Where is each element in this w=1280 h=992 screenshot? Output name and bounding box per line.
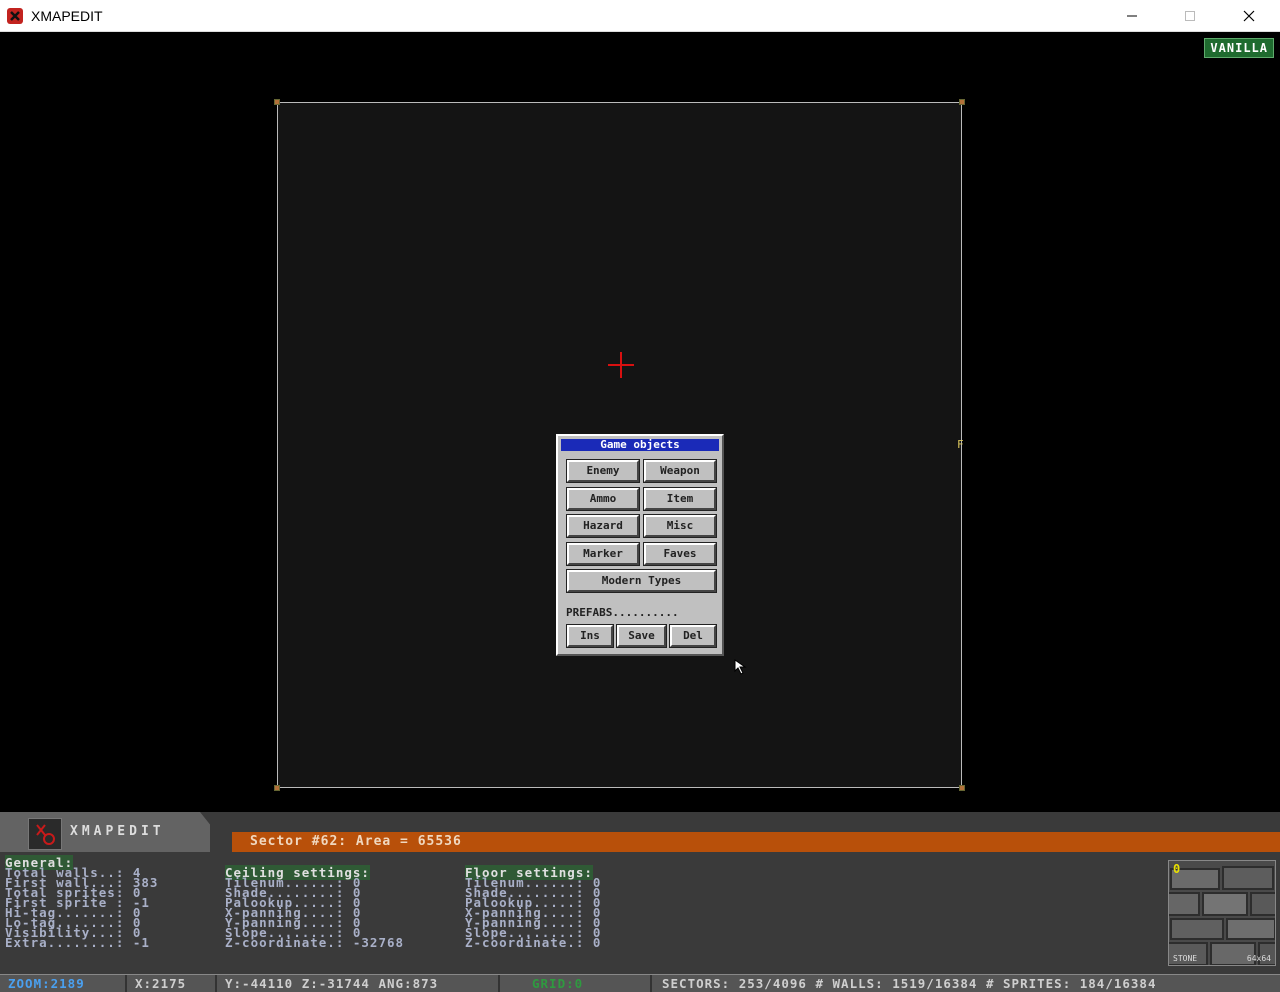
hazard-button[interactable]: Hazard xyxy=(567,515,639,537)
position-status: Y:-44110 Z:-31744 ANG:873 xyxy=(217,975,500,992)
weapon-button[interactable]: Weapon xyxy=(644,460,716,482)
dialog-title: Game objects xyxy=(561,439,719,451)
info-line: Z-coordinate.: 0 xyxy=(465,935,602,950)
logo-text: XMAPEDIT xyxy=(70,824,165,839)
sector-title: Sector #62: Area = 65536 xyxy=(250,834,462,849)
close-button[interactable] xyxy=(1220,0,1278,32)
window-title: XMAPEDIT xyxy=(31,8,103,24)
info-line: Extra........: -1 xyxy=(5,935,150,950)
general-section: General: Total walls..: 4 First wall...:… xyxy=(5,855,158,950)
mouse-pointer-icon xyxy=(734,659,747,675)
faves-button[interactable]: Faves xyxy=(644,543,716,565)
stone-texture-icon xyxy=(1169,861,1275,965)
info-line: Z-coordinate.: -32768 xyxy=(225,935,405,950)
info-panel: XMAPEDIT Sector #62: Area = 65536 Genera… xyxy=(0,812,1280,992)
prefab-save-button[interactable]: Save xyxy=(617,625,666,647)
floor-section: Floor settings: Tilenum......: 0 Shade..… xyxy=(465,865,602,950)
zoom-status: ZOOM:2189 xyxy=(0,975,127,992)
status-bar: ZOOM:2189 X:2175 Y:-44110 Z:-31744 ANG:8… xyxy=(0,974,1280,992)
prefab-ins-button[interactable]: Ins xyxy=(567,625,613,647)
item-button[interactable]: Item xyxy=(644,488,716,510)
vertex[interactable] xyxy=(959,99,965,105)
vertex[interactable] xyxy=(959,785,965,791)
game-objects-dialog: Game objects Enemy Weapon Ammo Item Haza… xyxy=(556,434,724,656)
prefab-del-button[interactable]: Del xyxy=(670,625,716,647)
vertex[interactable] xyxy=(274,99,280,105)
marker-button[interactable]: Marker xyxy=(567,543,639,565)
wall-label: F xyxy=(957,438,964,451)
texture-preview[interactable]: 0 STONE 64x64 xyxy=(1168,860,1276,966)
xmapedit-logo-icon xyxy=(28,818,62,850)
texture-size: 64x64 xyxy=(1246,954,1271,963)
vanilla-badge: VANILLA xyxy=(1204,38,1274,58)
map-counts-status: SECTORS: 253/4096 # WALLS: 1519/16384 # … xyxy=(662,976,1157,991)
ammo-button[interactable]: Ammo xyxy=(567,488,639,510)
texture-name: STONE xyxy=(1173,954,1198,963)
maximize-button[interactable] xyxy=(1161,0,1219,32)
vertex[interactable] xyxy=(274,785,280,791)
minimize-button[interactable] xyxy=(1103,0,1161,32)
misc-button[interactable]: Misc xyxy=(644,515,716,537)
texture-number: 0 xyxy=(1173,862,1181,876)
crosshair-icon xyxy=(608,352,634,378)
enemy-button[interactable]: Enemy xyxy=(567,460,639,482)
ceiling-section: Ceiling settings: Tilenum......: 0 Shade… xyxy=(225,865,405,950)
map-view[interactable]: VANILLA F Game objects Enemy Weapon Ammo… xyxy=(0,32,1280,812)
prefabs-label: PREFABS.......... xyxy=(566,606,679,619)
x-status: X:2175 xyxy=(127,975,217,992)
title-bar: XMAPEDIT xyxy=(0,0,1280,32)
grid-status: GRID:0 xyxy=(500,975,652,992)
modern-types-button[interactable]: Modern Types xyxy=(567,570,716,592)
app-icon xyxy=(7,8,23,24)
